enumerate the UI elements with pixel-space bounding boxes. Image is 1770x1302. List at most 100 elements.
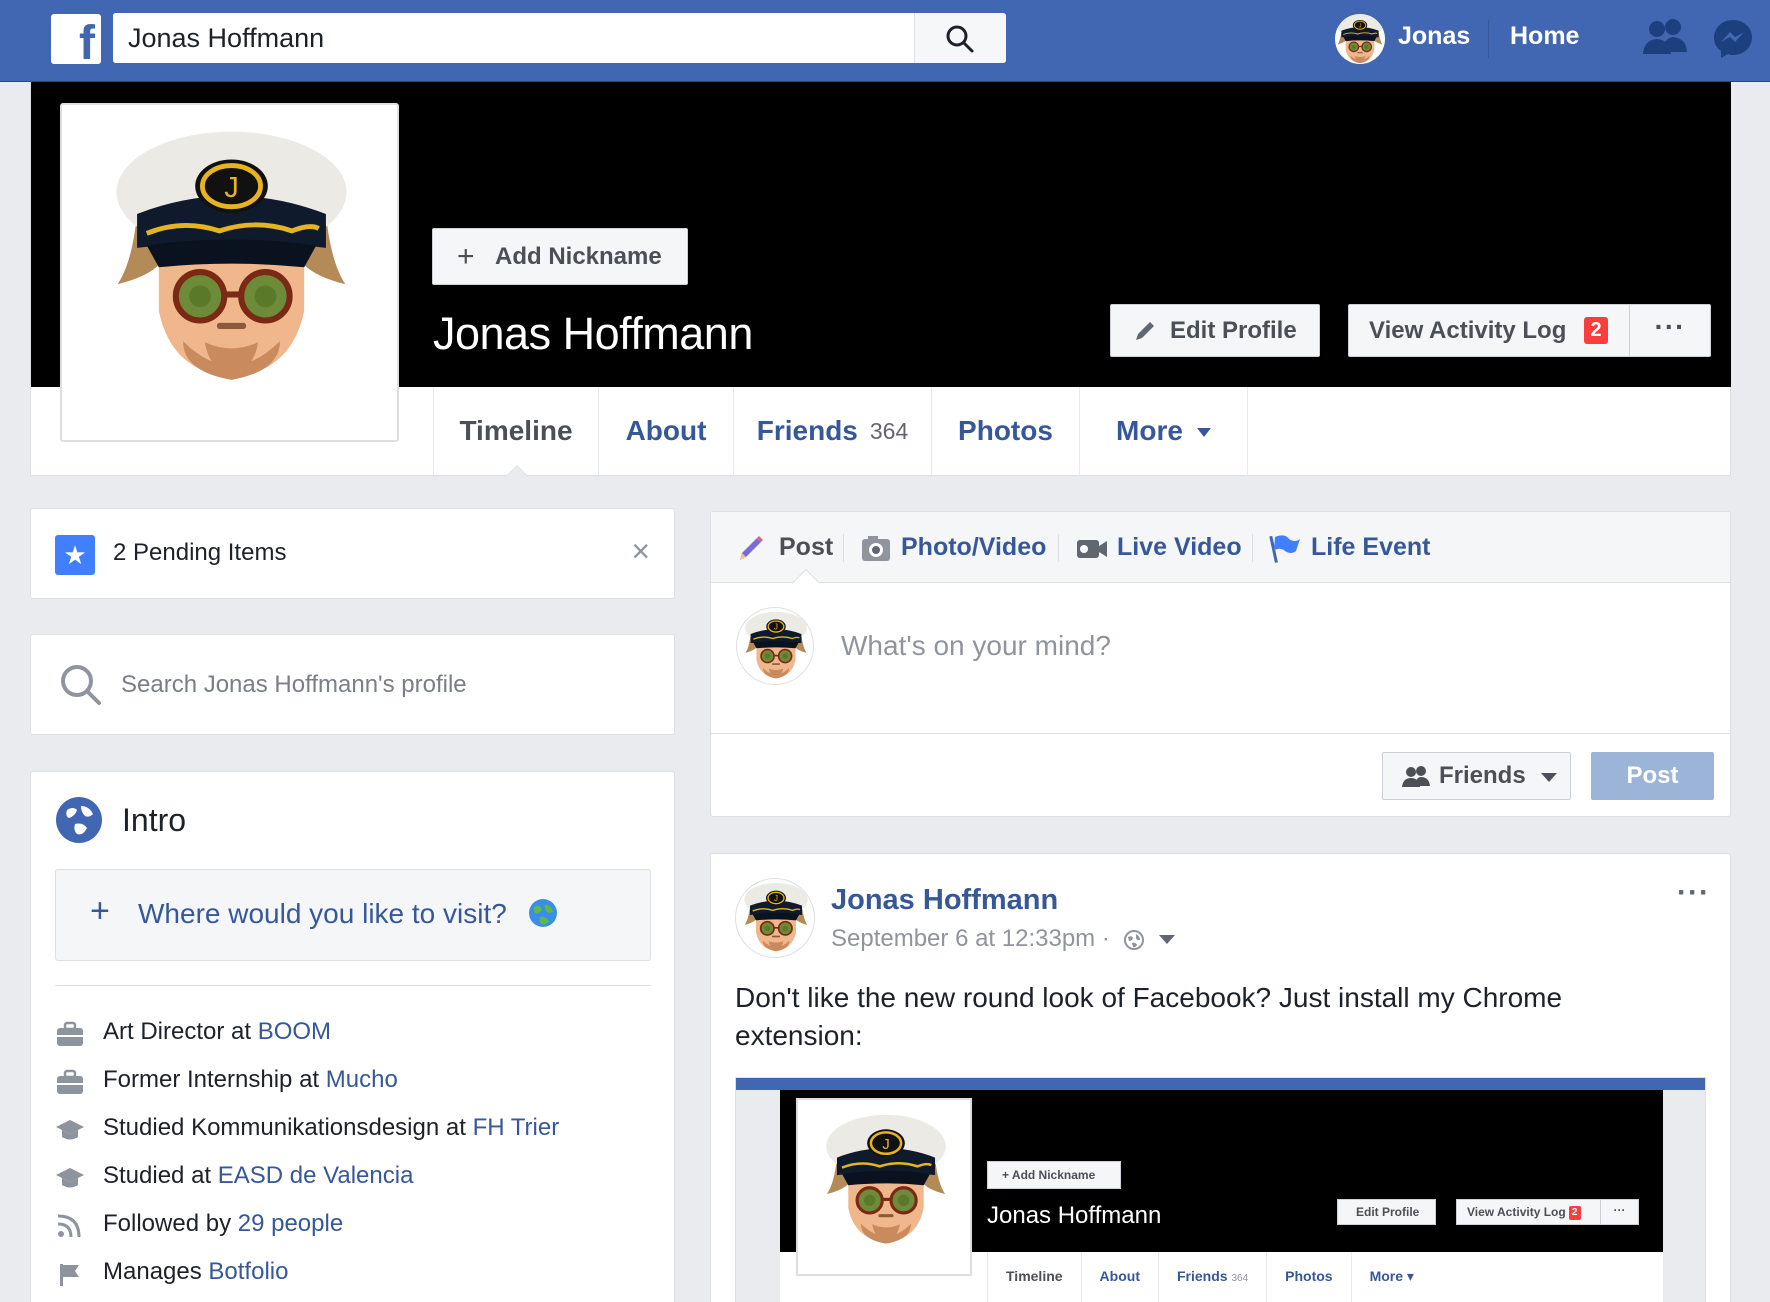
nav-divider bbox=[1488, 20, 1489, 58]
embedded-add-nickname: + Add Nickname bbox=[987, 1161, 1121, 1189]
divider bbox=[843, 534, 844, 562]
view-activity-log-button[interactable]: View Activity Log bbox=[1369, 305, 1566, 356]
pencil-icon bbox=[740, 536, 763, 560]
post-meta: September 6 at 12:33pm · bbox=[831, 925, 1176, 953]
post-options-button[interactable]: ··· bbox=[1677, 876, 1710, 910]
composer-tabs: Post Photo/Video Live Video Life Event bbox=[711, 512, 1730, 583]
rss-icon bbox=[57, 1214, 81, 1238]
intro-item-education: Studied Kommunikationsdesign at FH Trier bbox=[55, 1108, 559, 1156]
plus-icon: + bbox=[90, 892, 110, 930]
tab-about[interactable]: About bbox=[598, 387, 733, 475]
intro-item-education: Studied at EASD de Valencia bbox=[55, 1156, 559, 1204]
friends-count: 364 bbox=[869, 417, 909, 444]
intro-link[interactable]: EASD de Valencia bbox=[218, 1162, 414, 1189]
graduation-cap-icon bbox=[56, 1168, 84, 1188]
post-timestamp[interactable]: September 6 at 12:33pm · bbox=[831, 925, 1110, 952]
audience-selector[interactable]: Friends bbox=[1382, 752, 1571, 800]
intro-card: Intro + Where would you like to visit? A… bbox=[30, 771, 675, 1302]
friend-requests-icon[interactable] bbox=[1642, 18, 1688, 58]
profile-search-card bbox=[30, 634, 675, 735]
divider bbox=[55, 985, 651, 986]
messenger-icon[interactable] bbox=[1712, 18, 1754, 60]
nav-user-name[interactable]: Jonas bbox=[1398, 22, 1470, 51]
embedded-activity-log: View Activity Log 2 ··· bbox=[1456, 1199, 1639, 1225]
search-icon bbox=[946, 25, 974, 53]
globe-icon[interactable] bbox=[1123, 929, 1145, 951]
search-icon bbox=[61, 665, 101, 705]
camera-icon bbox=[862, 536, 890, 561]
more-options-button[interactable]: ··· bbox=[1629, 305, 1711, 356]
divider bbox=[711, 733, 1730, 734]
intro-title: Intro bbox=[122, 802, 187, 838]
post-text: Don't like the new round look of Faceboo… bbox=[735, 982, 1563, 1051]
activity-log-badge: 2 bbox=[1584, 317, 1608, 344]
intro-link[interactable]: FH Trier bbox=[473, 1114, 560, 1141]
profile-search-input[interactable] bbox=[121, 661, 641, 709]
intro-link[interactable]: BOOM bbox=[258, 1018, 331, 1045]
divider bbox=[1252, 534, 1253, 562]
embedded-edit-profile: Edit Profile bbox=[1337, 1199, 1436, 1225]
embedded-profile-picture bbox=[796, 1098, 972, 1276]
briefcase-icon bbox=[57, 1021, 83, 1046]
tab-timeline[interactable]: Timeline bbox=[433, 387, 598, 476]
pending-items-card[interactable]: ★ 2 Pending Items × bbox=[30, 508, 675, 599]
nav-avatar[interactable] bbox=[1335, 14, 1385, 64]
search-button[interactable] bbox=[914, 13, 1006, 63]
composer-tab-photo-video[interactable]: Photo/Video bbox=[860, 512, 1046, 583]
global-search-input[interactable] bbox=[113, 13, 913, 63]
add-travel-prompt[interactable]: + Where would you like to visit? bbox=[55, 869, 651, 961]
chevron-down-icon[interactable] bbox=[1159, 935, 1176, 945]
embedded-profile-name: Jonas Hoffmann bbox=[987, 1202, 1162, 1229]
intro-item-work: Former Internship at Mucho bbox=[55, 1060, 559, 1108]
intro-link[interactable]: 29 people bbox=[238, 1210, 343, 1237]
global-search bbox=[113, 13, 1006, 63]
pencil-icon bbox=[1136, 322, 1154, 340]
video-camera-icon bbox=[1077, 540, 1107, 558]
activity-log-button-group: View Activity Log 2 ··· bbox=[1348, 304, 1711, 357]
composer-tab-post[interactable]: Post bbox=[736, 512, 833, 583]
intro-link[interactable]: Botfolio bbox=[208, 1258, 288, 1285]
post-attached-image[interactable]: + Add Nickname Jonas Hoffmann Edit Profi… bbox=[735, 1077, 1706, 1302]
graduation-cap-icon bbox=[56, 1120, 84, 1140]
embedded-tabs: Timeline About Friends 364 Photos More ▾ bbox=[987, 1252, 1432, 1302]
add-nickname-button[interactable]: + Add Nickname bbox=[432, 228, 688, 285]
composer-avatar bbox=[736, 607, 814, 685]
briefcase-icon bbox=[57, 1069, 83, 1094]
nav-home-link[interactable]: Home bbox=[1510, 22, 1579, 51]
feed-post: Jonas Hoffmann September 6 at 12:33pm · … bbox=[710, 853, 1731, 1302]
flag-icon bbox=[1269, 535, 1300, 563]
post-author-avatar[interactable] bbox=[735, 878, 815, 958]
star-icon: ★ bbox=[55, 535, 95, 575]
chevron-down-icon bbox=[1541, 773, 1557, 782]
tab-photos[interactable]: Photos bbox=[931, 387, 1079, 475]
pending-items-text: 2 Pending Items bbox=[113, 539, 287, 566]
profile-picture[interactable] bbox=[60, 103, 399, 442]
facebook-logo-icon[interactable]: f bbox=[51, 14, 101, 68]
embedded-navbar bbox=[736, 1078, 1705, 1090]
intro-item-pages: Manages Botfolio bbox=[55, 1252, 559, 1300]
tab-friends[interactable]: Friends 364 bbox=[733, 387, 931, 475]
intro-item-work: Art Director at BOOM bbox=[55, 1012, 559, 1060]
top-navbar: f Jonas Home bbox=[0, 0, 1770, 82]
tab-more[interactable]: More bbox=[1079, 387, 1248, 475]
profile-name: Jonas Hoffmann bbox=[433, 308, 753, 359]
active-tab-pointer bbox=[506, 465, 528, 476]
globe-icon bbox=[56, 797, 102, 843]
composer-tab-live-video[interactable]: Live Video bbox=[1075, 512, 1242, 583]
plus-icon: + bbox=[457, 240, 475, 273]
intro-link[interactable]: Mucho bbox=[326, 1066, 398, 1093]
edit-profile-button[interactable]: Edit Profile bbox=[1110, 304, 1320, 357]
post-button[interactable]: Post bbox=[1591, 752, 1714, 800]
chevron-down-icon bbox=[1196, 428, 1211, 437]
post-author-name[interactable]: Jonas Hoffmann bbox=[831, 884, 1058, 917]
composer-tab-life-event[interactable]: Life Event bbox=[1269, 512, 1430, 583]
close-icon[interactable]: × bbox=[631, 533, 650, 570]
composer-input[interactable]: What's on your mind? bbox=[841, 630, 1111, 662]
intro-item-followers: Followed by 29 people bbox=[55, 1204, 559, 1252]
profile-header: + Add Nickname Jonas Hoffmann Edit Profi… bbox=[30, 82, 1731, 476]
post-composer: Post Photo/Video Live Video Life Event W… bbox=[710, 511, 1731, 817]
intro-list: Art Director at BOOM Former Internship a… bbox=[55, 1012, 559, 1300]
divider bbox=[1058, 534, 1059, 562]
profile-tabs: Timeline About Friends 364 Photos More bbox=[433, 387, 1248, 476]
flag-icon bbox=[60, 1264, 79, 1286]
